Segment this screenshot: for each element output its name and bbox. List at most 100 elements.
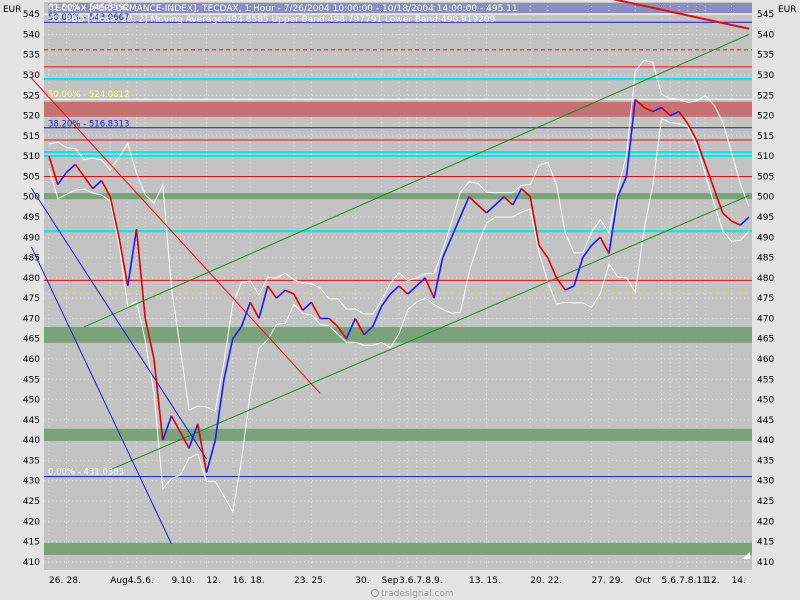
y-tick-right: 470 <box>757 314 774 324</box>
y-tick-right: 440 <box>757 436 774 446</box>
x-tick-label: 28. <box>67 576 81 586</box>
y-tick-right: 520 <box>757 112 774 122</box>
y-tick-right: 490 <box>757 233 774 243</box>
y-tick-left: 535 <box>23 51 40 61</box>
y-tick-right: 485 <box>757 254 774 264</box>
x-tick-label: 6. <box>145 576 154 586</box>
y-tick-left: 410 <box>23 558 40 568</box>
fibonacci-label: 38.20% - 516.8313 <box>48 119 129 129</box>
zone-band <box>44 193 752 200</box>
x-tick-label: 6. <box>408 576 417 586</box>
x-tick-label: 8. <box>688 576 697 586</box>
zone-band <box>44 428 752 441</box>
y-tick-left: 470 <box>23 314 40 324</box>
y-tick-right: 430 <box>757 477 774 487</box>
x-tick-label: 7. <box>679 576 688 586</box>
y-tick-right: 545 <box>757 10 774 20</box>
y-tick-left: 545 <box>23 10 40 20</box>
currency-label-left: EUR <box>3 5 22 15</box>
y-tick-left: 465 <box>23 335 40 345</box>
x-tick-label: 30. <box>355 576 369 586</box>
x-tick-label: 7. <box>417 576 426 586</box>
zone-band <box>44 101 752 117</box>
y-tick-right: 480 <box>757 274 774 284</box>
y-tick-left: 495 <box>23 213 40 223</box>
y-tick-left: 435 <box>23 456 40 466</box>
x-tick-label: 18. <box>250 576 264 586</box>
y-tick-right: 425 <box>757 497 774 507</box>
y-tick-left: 520 <box>23 112 40 122</box>
y-tick-right: 530 <box>757 71 774 81</box>
y-tick-right: 445 <box>757 416 774 426</box>
y-tick-right: 505 <box>757 172 774 182</box>
y-tick-left: 485 <box>23 254 40 264</box>
x-tick-label: Aug <box>110 576 128 586</box>
x-tick-label: 8. <box>425 576 434 586</box>
y-tick-right: 420 <box>757 517 774 527</box>
x-tick-label: 16. <box>233 576 247 586</box>
x-tick-label: Sep <box>382 576 399 586</box>
y-tick-left: 525 <box>23 91 40 101</box>
x-axis-labels: 26. 28. Aug 4. 5. 6. 9. 10. 12. 16. 18. 23. 25. 30. Se… <box>49 576 746 586</box>
y-tick-right: 535 <box>757 51 774 61</box>
y-tick-left: 500 <box>23 193 40 203</box>
y-tick-left: 530 <box>23 71 40 81</box>
y-tick-left: 455 <box>23 375 40 385</box>
watermark: tradesignal.com <box>381 589 454 599</box>
y-tick-left: 515 <box>23 132 40 142</box>
y-tick-right: 465 <box>757 335 774 345</box>
y-tick-left: 415 <box>23 538 40 548</box>
currency-label-right: EUR <box>778 5 797 15</box>
x-tick-label: 9. <box>172 576 181 586</box>
x-tick-label: 29. <box>609 576 623 586</box>
x-tick-label: 27. <box>592 576 606 586</box>
y-tick-right: 515 <box>757 132 774 142</box>
x-tick-label: 14. <box>732 576 746 586</box>
y-tick-left: 445 <box>23 416 40 426</box>
y-tick-right: 415 <box>757 538 774 548</box>
y-tick-right: 450 <box>757 396 774 406</box>
x-tick-label: 25. <box>312 576 326 586</box>
price-chart: 410 410 415 415 420 420 425 425 430 430 435 435 440 4… <box>0 0 800 600</box>
x-tick-label: 5. <box>662 576 671 586</box>
indicator-legend: XX BBD [Close, 20, 2] Moving Average:494… <box>50 15 496 25</box>
x-tick-label: 5. <box>137 576 146 586</box>
x-tick-label: 15. <box>487 576 501 586</box>
y-tick-right: 525 <box>757 91 774 101</box>
x-tick-label: Oct <box>635 576 651 586</box>
y-tick-left: 490 <box>23 233 40 243</box>
x-tick-label: 6. <box>670 576 679 586</box>
x-tick-label: 9. <box>434 576 443 586</box>
y-tick-right: 435 <box>757 456 774 466</box>
y-tick-left: 460 <box>23 355 40 365</box>
zone-band <box>44 542 752 555</box>
y-tick-left: 440 <box>23 436 40 446</box>
x-tick-label: 20. <box>530 576 544 586</box>
x-tick-label: 12. <box>705 576 719 586</box>
y-tick-left: 475 <box>23 294 40 304</box>
y-tick-left: 505 <box>23 172 40 182</box>
fibonacci-label: 0.00% - 431.0383 <box>48 468 124 478</box>
y-tick-left: 450 <box>23 396 40 406</box>
x-tick-label: 23. <box>294 576 308 586</box>
y-tick-right: 510 <box>757 152 774 162</box>
x-tick-label: 26. <box>49 576 63 586</box>
x-tick-label: 22. <box>548 576 562 586</box>
x-tick-label: 13. <box>469 576 483 586</box>
y-tick-left: 510 <box>23 152 40 162</box>
y-tick-left: 540 <box>23 30 40 40</box>
y-tick-right: 540 <box>757 30 774 40</box>
y-tick-left: 430 <box>23 477 40 487</box>
x-tick-label: 4. <box>128 576 137 586</box>
y-tick-right: 475 <box>757 294 774 304</box>
x-tick-label: 10. <box>180 576 194 586</box>
y-tick-left: 420 <box>23 517 40 527</box>
y-tick-right: 460 <box>757 355 774 365</box>
x-tick-label: 3. <box>399 576 408 586</box>
y-tick-right: 455 <box>757 375 774 385</box>
y-tick-right: 495 <box>757 213 774 223</box>
y-tick-left: 425 <box>23 497 40 507</box>
y-tick-left: 480 <box>23 274 40 284</box>
y-tick-right: 410 <box>757 558 774 568</box>
fibonacci-label: 50.00% - 524.0812 <box>48 90 129 100</box>
